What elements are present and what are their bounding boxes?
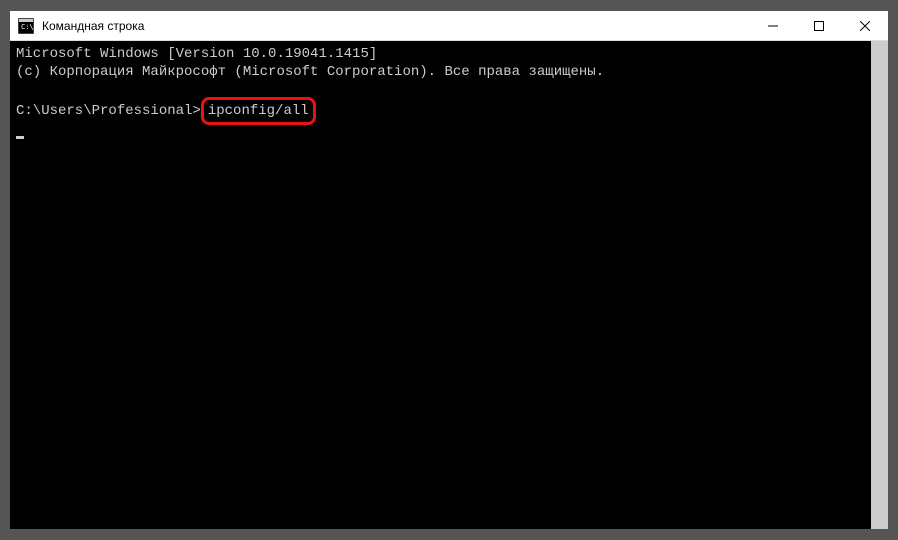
cursor-line — [16, 123, 882, 139]
svg-text:C:\: C:\ — [21, 23, 34, 31]
version-line: Microsoft Windows [Version 10.0.19041.14… — [16, 45, 882, 63]
blank-line — [16, 81, 882, 99]
maximize-button[interactable] — [796, 11, 842, 40]
scrollbar-thumb[interactable] — [871, 41, 888, 529]
close-button[interactable] — [842, 11, 888, 40]
command-highlight: ipconfig/all — [201, 97, 316, 125]
copyright-line: (c) Корпорация Майкрософт (Microsoft Cor… — [16, 63, 882, 81]
command-prompt-window: C:\ Командная строка Microsoft Windows [… — [9, 10, 889, 530]
text-cursor-icon — [16, 136, 24, 139]
terminal-output[interactable]: Microsoft Windows [Version 10.0.19041.14… — [10, 41, 888, 529]
titlebar[interactable]: C:\ Командная строка — [10, 11, 888, 41]
prompt-line: C:\Users\Professional> ipconfig/all — [16, 99, 882, 123]
window-title: Командная строка — [42, 19, 750, 33]
window-controls — [750, 11, 888, 40]
prompt-path: C:\Users\Professional> — [16, 102, 201, 120]
command-text: ipconfig/all — [208, 103, 309, 119]
minimize-button[interactable] — [750, 11, 796, 40]
cmd-icon: C:\ — [18, 18, 34, 34]
vertical-scrollbar[interactable] — [871, 41, 888, 529]
